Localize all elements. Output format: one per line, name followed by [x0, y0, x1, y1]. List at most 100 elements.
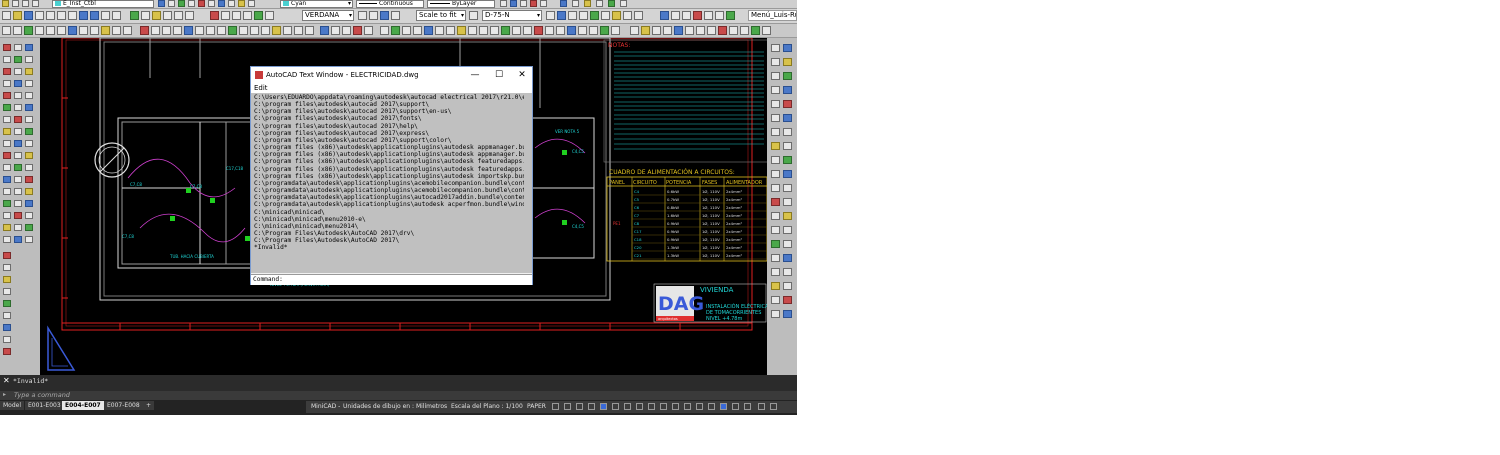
tool-icon[interactable] — [771, 58, 780, 66]
tool-icon[interactable] — [25, 140, 33, 147]
tab-model[interactable]: Model — [0, 401, 25, 410]
properties-icon[interactable] — [500, 0, 507, 7]
filter-icon[interactable] — [707, 26, 716, 35]
lightbulb-icon[interactable] — [12, 0, 19, 7]
text-window-titlebar[interactable]: AutoCAD Text Window - ELECTRICIDAD.dwg —… — [251, 67, 532, 83]
tool-icon[interactable] — [783, 240, 792, 248]
tool-icon[interactable] — [771, 114, 780, 122]
tool-icon[interactable] — [783, 296, 792, 304]
tool-icon[interactable] — [3, 44, 11, 51]
tool-icon[interactable] — [3, 140, 11, 147]
design-center-icon[interactable] — [141, 11, 150, 20]
dim-baseline-icon[interactable] — [601, 11, 610, 20]
paste-icon[interactable] — [68, 11, 77, 20]
tool-icon[interactable] — [771, 212, 780, 220]
tool-icon[interactable] — [14, 212, 22, 219]
tool-icon[interactable] — [14, 188, 22, 195]
bold-icon[interactable] — [358, 11, 367, 20]
text-align-icon[interactable] — [391, 11, 400, 20]
tool-icon[interactable] — [3, 324, 11, 331]
tool-icon[interactable] — [3, 288, 11, 295]
tool-icon[interactable] — [14, 164, 22, 171]
minimize-button[interactable]: — — [468, 69, 482, 81]
zoom-icon[interactable] — [112, 11, 121, 20]
electrical-plc-icon[interactable] — [523, 26, 532, 35]
tool-icon[interactable] — [783, 310, 792, 318]
tool-icon[interactable] — [771, 184, 780, 192]
transparency-icon[interactable] — [636, 403, 643, 410]
tool-icon[interactable] — [3, 92, 11, 99]
tool-icon[interactable] — [3, 56, 11, 63]
text-style-dropdown[interactable]: VERDANA ▾ — [302, 10, 354, 21]
tool-icon[interactable] — [771, 86, 780, 94]
leader-icon[interactable] — [596, 0, 603, 7]
sheet-set-icon[interactable] — [163, 11, 172, 20]
tool-icon[interactable] — [25, 44, 33, 51]
polyline-icon[interactable] — [13, 26, 22, 35]
close-icon[interactable]: ✕ — [3, 376, 10, 385]
midpoint-icon[interactable] — [232, 11, 241, 20]
point-icon[interactable] — [90, 26, 99, 35]
tool-icon[interactable] — [771, 128, 780, 136]
electrical-project-icon[interactable] — [567, 26, 576, 35]
electrical-component-icon[interactable] — [391, 26, 400, 35]
list-icon[interactable] — [663, 26, 672, 35]
scale-list-icon[interactable] — [469, 11, 478, 20]
copy-object-icon[interactable] — [151, 26, 160, 35]
tool-icon[interactable] — [25, 212, 33, 219]
tool-icon[interactable] — [14, 176, 22, 183]
tool-icon[interactable] — [3, 152, 11, 159]
tool-icon[interactable] — [783, 58, 792, 66]
tool-icon[interactable] — [25, 68, 33, 75]
chamfer-icon[interactable] — [283, 26, 292, 35]
tool-icon[interactable] — [3, 300, 11, 307]
scale-dropdown[interactable]: Scale to fit ▾ — [416, 10, 466, 21]
tool-icon[interactable] — [783, 86, 792, 94]
perpendicular-icon[interactable] — [254, 11, 263, 20]
recover-icon[interactable] — [740, 26, 749, 35]
distance-icon[interactable] — [685, 26, 694, 35]
save-icon[interactable] — [24, 11, 33, 20]
tool-icon[interactable] — [783, 156, 792, 164]
dim-linear-icon[interactable] — [546, 11, 555, 20]
tool-icon[interactable] — [783, 128, 792, 136]
viewport-icon[interactable] — [671, 11, 680, 20]
calculator-icon[interactable] — [185, 11, 194, 20]
move-icon[interactable] — [195, 26, 204, 35]
annotation-icon[interactable] — [660, 403, 667, 410]
previous-layer-icon[interactable] — [168, 0, 175, 7]
layer-states-icon[interactable] — [248, 0, 255, 7]
delete-layer-icon[interactable] — [238, 0, 245, 7]
markup-icon[interactable] — [174, 11, 183, 20]
maximize-button[interactable]: ☐ — [492, 69, 506, 81]
tool-icon[interactable] — [25, 56, 33, 63]
ortho-icon[interactable] — [331, 26, 340, 35]
tool-icon[interactable] — [771, 282, 780, 290]
dimension-icon[interactable] — [584, 0, 591, 7]
plus-icon[interactable] — [684, 403, 691, 410]
tool-icon[interactable] — [14, 224, 22, 231]
measure-icon[interactable] — [641, 26, 650, 35]
merge-icon[interactable] — [228, 0, 235, 7]
customize-icon[interactable] — [758, 403, 765, 410]
tab-e001-e003[interactable]: E001-E003 — [25, 401, 64, 410]
units-icon[interactable] — [751, 26, 760, 35]
attribute-icon[interactable] — [704, 11, 713, 20]
tool-icon[interactable] — [3, 312, 11, 319]
center-icon[interactable] — [243, 11, 252, 20]
ortho-status-icon[interactable] — [576, 403, 583, 410]
text-window-history[interactable]: C:\Users\EDUARDO\appdata\roaming\autodes… — [251, 93, 532, 273]
xref-icon[interactable] — [682, 11, 691, 20]
electrical-audit-icon[interactable] — [468, 26, 477, 35]
lineweight-toggle-icon[interactable] — [364, 26, 373, 35]
tool-icon[interactable] — [771, 100, 780, 108]
tool-icon[interactable] — [14, 44, 22, 51]
extend-icon[interactable] — [250, 26, 259, 35]
layout-status-icon[interactable] — [744, 403, 751, 410]
pdf-icon[interactable] — [530, 0, 537, 7]
lock-status-icon[interactable] — [696, 403, 703, 410]
dim-style-dropdown[interactable]: D-75-N ▾ — [482, 10, 542, 21]
dim-continue-icon[interactable] — [612, 11, 621, 20]
tool-icon[interactable] — [783, 226, 792, 234]
freeze-icon[interactable] — [198, 0, 205, 7]
